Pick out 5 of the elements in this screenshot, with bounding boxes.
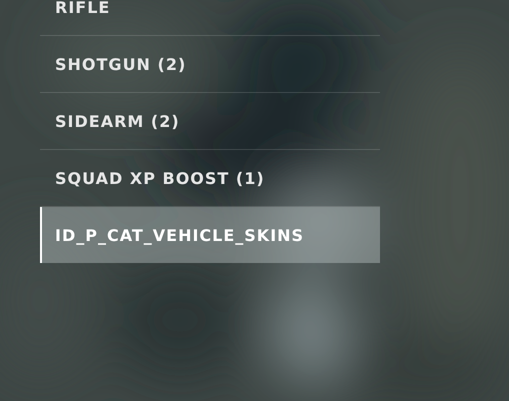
category-item[interactable]: SIDEARM (2) (40, 93, 380, 150)
category-item[interactable]: SQUAD XP BOOST (1) (40, 150, 380, 207)
category-item[interactable]: SHOTGUN (2) (40, 36, 380, 93)
category-item[interactable]: ID_P_CAT_VEHICLE_SKINS (40, 207, 380, 263)
category-item[interactable]: RIFLE (40, 0, 380, 36)
